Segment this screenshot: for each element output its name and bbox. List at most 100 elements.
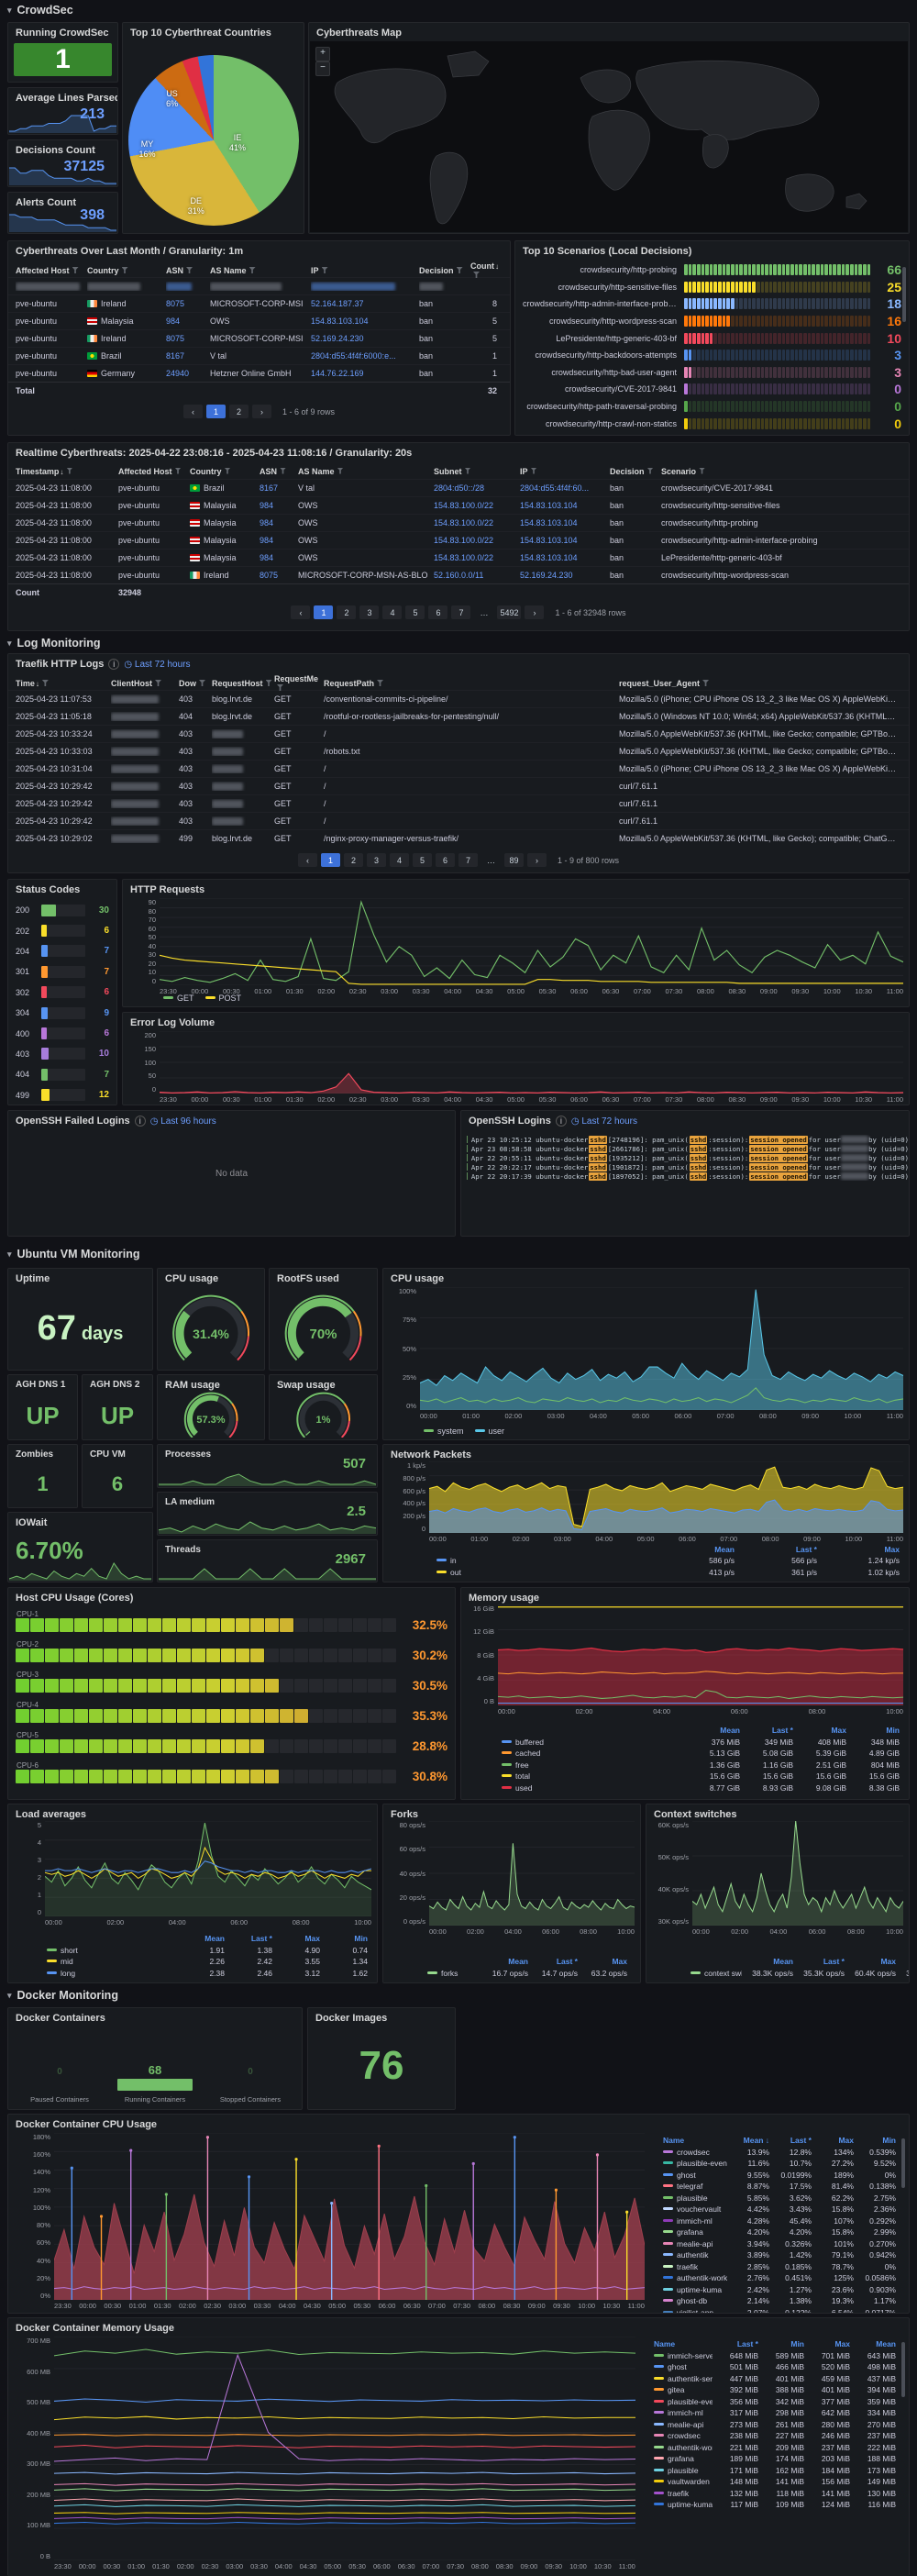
page-button[interactable]: ‹ [182,405,203,418]
table-row[interactable]: 2025-04-23 11:08:00 pve-ubuntu Malaysia … [8,496,909,514]
status-code-row[interactable]: 499 12 [8,1085,116,1105]
table-row[interactable]: 2025-04-23 10:33:03 403 GET /robots.txt … [8,742,909,760]
table-filter-row[interactable] [8,277,510,294]
docker-memory-chart[interactable]: 0 B 100 MB 200 MB 300 MB 400 MB 500 MB 600 MB 7… [14,2336,636,2570]
page-button[interactable]: 2 [343,853,363,867]
subnet-link[interactable]: 154.83.100.0/22 [434,518,520,527]
scenario-row[interactable]: crowdsecurity/http-wordpress-scan 16 [515,313,909,330]
filter-icon[interactable] [473,272,480,278]
legend-row[interactable]: short 1.91 1.38 4.90 0.74 [43,1945,368,1957]
page-button[interactable]: › [526,853,547,867]
scenario-row[interactable]: LePresidente/http-generic-403-bf 10 [515,329,909,347]
status-code-row[interactable]: 304 9 [8,1003,116,1023]
table-row[interactable]: pve-ubuntu Brazil 8167 V tal 2804:d55:4f… [8,347,510,364]
legend-column-header[interactable]: Last * [225,1934,272,1943]
legend-column-header[interactable]: Last * [769,2136,812,2145]
filter-icon[interactable] [377,680,384,686]
scenario-row[interactable]: crowdsecurity/http-admin-interface-probi… [515,295,909,313]
page-button[interactable]: 4 [389,853,409,867]
column-header[interactable]: Decision [610,467,661,476]
map-zoom-out-button[interactable]: − [315,61,330,76]
section-log-monitoring[interactable]: ▾ Log Monitoring [7,637,100,650]
legend-row[interactable]: in 586 p/s 566 p/s 1.24 kp/s [433,1555,900,1567]
legend-column-header[interactable]: Max [793,1726,846,1735]
legend-row[interactable]: context switches38.3K ops/s35.3K ops/s60… [687,1968,909,1980]
legend-row[interactable]: buffered 376 MiB 349 MiB 408 MiB 348 MiB [498,1737,900,1749]
column-header[interactable]: Time↓ [16,679,111,688]
legend-row[interactable]: authentik-server447 MiB401 MiB459 MiB437… [650,2373,896,2385]
column-header[interactable]: ASN [166,266,210,275]
legend-row[interactable]: mealie-api 3.94% 0.326% 101% 0.270% [659,2238,896,2250]
status-code-row[interactable]: 202 6 [8,920,116,940]
legend-row[interactable]: mealie-api 273 MiB 261 MiB 280 MiB 270 MiB [650,2419,896,2431]
scenario-row[interactable]: crowdsecurity/http-backdoors-attempts 3 [515,347,909,364]
asn-link[interactable]: 984 [166,316,210,326]
legend-column-header[interactable]: Min [627,1957,640,1966]
table-row[interactable]: 2025-04-23 10:31:04 403 GET / Mozilla/5.… [8,760,909,777]
cpu-core-row[interactable]: CPU-1 32.5% [8,1608,455,1638]
filter-icon[interactable] [121,267,128,273]
filter-icon[interactable] [530,467,537,474]
filter-icon[interactable] [646,467,654,474]
asn-link[interactable]: 8167 [260,483,298,493]
error-log-chart[interactable]: 0 50 100 150 200 23:30 00:00 00:30 01:00 01:30 02:… [128,1030,904,1104]
cpu-core-row[interactable]: CPU-4 35.3% [8,1699,455,1729]
page-button[interactable]: 89 [503,853,524,867]
legend-column-header[interactable]: Max [817,1545,900,1554]
legend-row[interactable]: grafana 189 MiB 174 MiB 203 MiB 188 MiB [650,2453,896,2465]
scrollbar[interactable] [901,2342,905,2397]
chart-legend-table[interactable]: Name Last * Min Max Mean immich-server 648 MiB… [650,2338,896,2511]
column-header[interactable]: Scenario [661,467,901,476]
legend-item[interactable]: user [474,1427,504,1436]
legend-row[interactable]: crowdsec 238 MiB 227 MiB 246 MiB 237 MiB [650,2430,896,2442]
log-line[interactable]: Apr 23 10:25:12 ubuntu-docker sshd [27481… [461,1135,909,1144]
column-header[interactable]: Dow [179,679,212,688]
http-requests-chart[interactable]: 0 10 20 30 40 50 60 70 80 90 23:30 00:00 00:30 01:00 0… [128,897,904,995]
legend-row[interactable]: authentik-worker221 MiB209 MiB237 MiB222… [650,2442,896,2454]
table-row[interactable]: 2025-04-23 10:29:02 499 blog.lrvt.de GET… [8,829,909,847]
legend-row[interactable]: total 15.6 GiB 15.6 GiB 15.6 GiB 15.6 GiB [498,1771,900,1782]
filter-icon[interactable] [66,467,73,474]
table-row[interactable]: 2025-04-23 10:29:42 403 GET / curl/7.61.… [8,794,909,812]
scenario-row[interactable]: crowdsecurity/http-path-traversal-probin… [515,398,909,416]
filter-icon[interactable] [41,680,49,686]
legend-column-header[interactable]: Mean [177,1934,225,1943]
legend-column-header[interactable]: Name [650,2339,713,2348]
ip-link[interactable]: 154.83.103.104 [311,316,419,326]
filter-icon[interactable] [464,467,471,474]
status-code-row[interactable]: 403 10 [8,1044,116,1064]
page-button[interactable]: 3 [366,853,386,867]
legend-row[interactable]: uptime-kuma 2.42% 1.27% 23.6% 0.903% [659,2284,896,2296]
legend-row[interactable]: crowdsec 13.9% 12.8% 134% 0.539% [659,2147,896,2159]
legend-row[interactable]: immich-ml 317 MiB 298 MiB 642 MiB 334 MiB [650,2407,896,2419]
filter-icon[interactable] [174,467,182,474]
legend-column-header[interactable]: Last * [528,1957,578,1966]
column-header[interactable]: AS Name [298,467,434,476]
column-header[interactable]: IP [311,266,419,275]
scenario-row[interactable]: crowdsecurity/http-crawl-non-statics 0 [515,415,909,432]
legend-row[interactable]: vigilist-app 2.07% 0.122% 6.54% 0.0717% [659,2307,896,2313]
legend-row[interactable]: traefik 2.85% 0.185% 78.7% 0% [659,2261,896,2273]
legend-row[interactable]: plausible 171 MiB 162 MiB 184 MiB 173 MiB [650,2465,896,2477]
asn-link[interactable]: 8075 [166,334,210,343]
subnet-link[interactable]: 154.83.100.0/22 [434,501,520,510]
legend-item[interactable]: POST [204,994,241,1003]
legend-row[interactable]: long 2.38 2.46 3.12 1.62 [43,1968,368,1980]
scenario-row[interactable]: crowdsecurity/http-sensitive-files 25 [515,279,909,296]
legend-column-header[interactable]: Max [845,1957,896,1966]
time-range-tag[interactable]: ◷ Last 72 hours [124,660,190,670]
cpu-core-row[interactable]: CPU-3 30.5% [8,1669,455,1699]
legend-row[interactable]: traefik 132 MiB 118 MiB 141 MiB 130 MiB [650,2488,896,2500]
ip-link[interactable]: 52.169.24.230 [311,334,419,343]
page-button[interactable]: 3 [359,605,380,619]
ip-link[interactable]: 144.76.22.169 [311,369,419,378]
section-docker[interactable]: ▾ Docker Monitoring [7,1989,118,2002]
legend-column-header[interactable]: Last * [713,2339,758,2348]
asn-link[interactable]: 984 [260,536,298,545]
page-button[interactable]: 5 [412,853,432,867]
page-button[interactable]: › [525,605,545,619]
filter-icon[interactable] [186,267,193,273]
ip-link[interactable]: 2804:d55:4f4f:6000:e... [311,351,419,361]
legend-column-header[interactable]: Last * [735,1545,817,1554]
column-header[interactable]: Count↓ [470,261,503,280]
